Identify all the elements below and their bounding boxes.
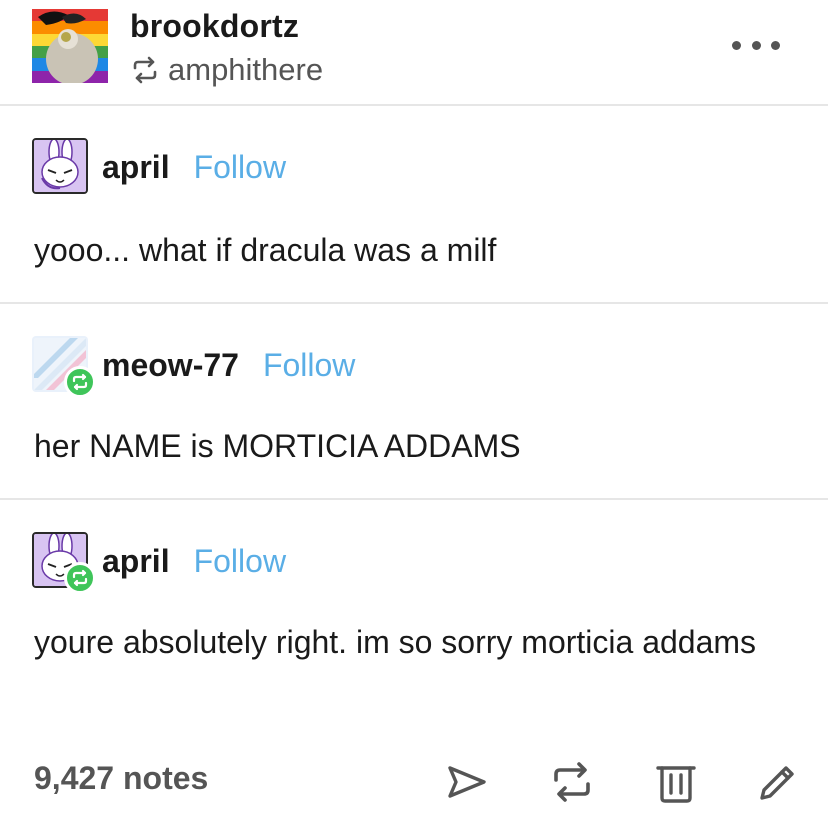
reblog-icon — [554, 762, 590, 802]
edit-button[interactable] — [756, 760, 800, 804]
delete-button[interactable] — [654, 760, 698, 804]
reblog-small-icon — [130, 55, 160, 85]
reblogged-from-username[interactable]: amphithere — [168, 52, 323, 88]
reblog-badge-icon — [64, 366, 96, 398]
reblog-trail-head-2: meow-77 Follow — [32, 336, 355, 398]
follow-button[interactable]: Follow — [194, 543, 286, 580]
blog-username[interactable]: brookdortz — [130, 8, 299, 45]
divider — [0, 498, 828, 500]
post-text: her NAME is MORTICIA ADDAMS — [34, 428, 521, 464]
avatar-april[interactable] — [32, 138, 90, 196]
follow-button[interactable]: Follow — [194, 149, 286, 186]
share-icon — [448, 766, 486, 798]
post-header: brookdortz amphithere — [0, 0, 828, 106]
avatar-meow-77[interactable] — [32, 336, 96, 398]
edit-icon — [760, 766, 794, 800]
post-text: yooo... what if dracula was a milf — [34, 232, 497, 268]
blog-avatar[interactable] — [32, 9, 108, 83]
post-username[interactable]: meow-77 — [102, 347, 239, 384]
reblog-button[interactable] — [550, 760, 594, 804]
divider — [0, 302, 828, 304]
more-options-button[interactable] — [732, 34, 780, 56]
reblog-trail-head-1: april Follow — [32, 138, 286, 196]
reblog-badge-icon — [64, 562, 96, 594]
reblogged-from[interactable]: amphithere — [130, 52, 323, 88]
share-button[interactable] — [444, 760, 488, 804]
post-username[interactable]: april — [102, 149, 170, 186]
divider — [0, 104, 828, 106]
post-text: youre absolutely right. im so sorry mort… — [34, 624, 757, 660]
reblog-trail-head-3: april Follow — [32, 532, 286, 594]
notes-count[interactable]: 9,427 notes — [34, 760, 208, 797]
delete-icon — [656, 766, 696, 803]
follow-button[interactable]: Follow — [263, 347, 355, 384]
post-username[interactable]: april — [102, 543, 170, 580]
avatar-april[interactable] — [32, 532, 96, 594]
more-dots-icon — [732, 40, 741, 50]
